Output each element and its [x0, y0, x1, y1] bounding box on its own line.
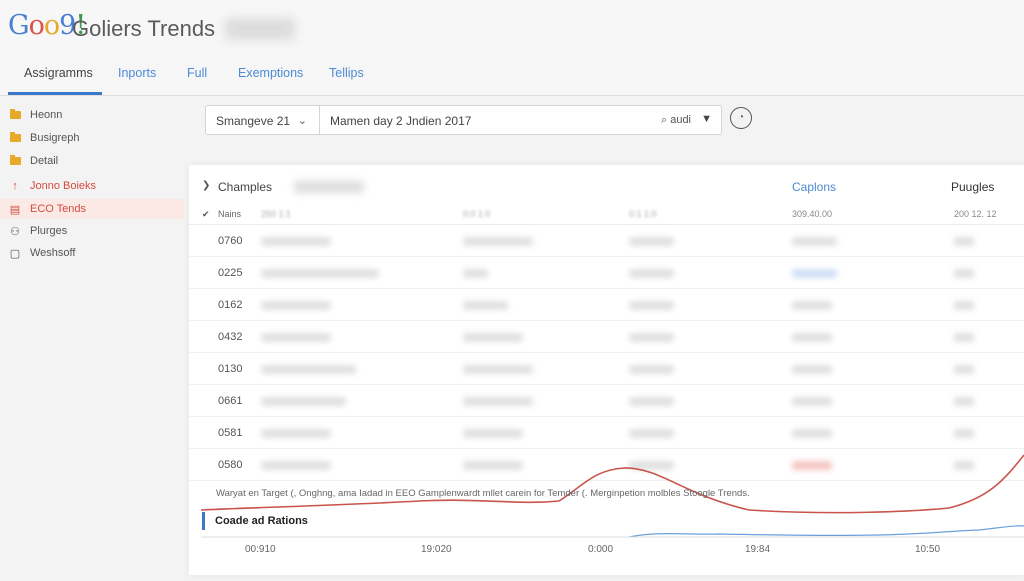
query-input[interactable]: Mamen day 2 Jndien 2017 ⌕ audi ▼ — [319, 105, 722, 135]
sidebar-item-eco-tends[interactable]: ▤ ECO Tends — [0, 199, 184, 219]
x-axis-tick: 10:50 — [915, 544, 941, 555]
sidebar-item-heonn[interactable]: Heonn — [0, 105, 184, 125]
blurred-title-segment — [225, 18, 295, 40]
period-selector-value: Smangeve 21 — [216, 114, 291, 128]
tab-assigramms[interactable]: Assigramms — [24, 66, 93, 80]
x-axis-tick: 0:000 — [588, 544, 614, 555]
trend-line-blue — [628, 525, 1024, 538]
x-axis-tick: 19:020 — [421, 544, 452, 555]
sidebar-item-label: Heonn — [30, 109, 63, 121]
section-label: Coade ad Rations — [202, 512, 308, 530]
trend-line-red — [200, 454, 1024, 514]
language-value: audi — [670, 114, 691, 126]
results-panel: ❯ Champles Caplons Puugles ✔ Nains 250 1… — [189, 165, 1024, 575]
timer-icon[interactable]: ◔ — [730, 107, 752, 129]
sidebar-item-weshsoff[interactable]: ▢ Weshsoff — [0, 243, 184, 263]
x-axis-tick: 00:910 — [245, 544, 276, 555]
sidebar-item-label: Detail — [30, 155, 59, 167]
sidebar-item-label: Weshsoff — [30, 247, 76, 259]
tab-full[interactable]: Full — [187, 66, 207, 80]
language-selector[interactable]: ⌕ audi — [661, 114, 691, 127]
app-title: Goliers Trends — [72, 16, 216, 41]
chevron-down-icon: ⌄ — [297, 115, 307, 127]
square-icon: ▢ — [9, 247, 21, 260]
logo-letter: o — [28, 10, 45, 41]
trend-chart — [200, 454, 1024, 538]
folder-icon — [8, 132, 22, 144]
folder-icon — [8, 155, 22, 167]
arrow-up-icon: ↑ — [12, 180, 18, 192]
folder-icon — [8, 109, 22, 121]
active-tab-indicator — [8, 92, 102, 95]
sidebar-item-label: ECO Tends — [30, 203, 87, 215]
logo-letter: o — [43, 10, 60, 41]
sidebar-item-detail[interactable]: Detail — [0, 151, 184, 171]
info-note: Waryat en Target (, Onghng, ama Iadad in… — [216, 488, 750, 499]
sidebar-item-jonno-boieks[interactable]: ↑ Jonno Boieks — [0, 176, 184, 196]
query-input-value: Mamen day 2 Jndien 2017 — [330, 114, 472, 128]
x-axis-tick: 19:84 — [745, 544, 771, 555]
tab-bar: Assigramms Inports Full Exemptions Telli… — [0, 56, 1024, 96]
sidebar-item-label: Plurges — [30, 225, 68, 237]
period-selector[interactable]: Smangeve 21 ⌄ — [205, 105, 320, 135]
sidebar-item-busigreph[interactable]: Busigreph — [0, 128, 184, 148]
dropdown-arrow-icon[interactable]: ▼ — [701, 113, 712, 125]
sidebar: Heonn Busigreph Detail ↑ Jonno Boieks ▤ … — [0, 97, 190, 581]
document-icon: ▤ — [9, 203, 21, 216]
logo-letter: G — [8, 10, 30, 41]
tab-tellips[interactable]: Tellips — [329, 66, 364, 80]
top-bar: Goo9! Goliers Trends — [0, 0, 1024, 56]
people-icon: ⚇ — [10, 225, 20, 238]
sidebar-item-plurges[interactable]: ⚇ Plurges — [0, 221, 184, 241]
search-icon: ⌕ — [660, 114, 668, 126]
tab-exemptions[interactable]: Exemptions — [238, 66, 303, 80]
tab-inports[interactable]: Inports — [118, 66, 156, 80]
sidebar-item-label: Busigreph — [30, 132, 80, 144]
sidebar-item-label: Jonno Boieks — [30, 180, 97, 192]
